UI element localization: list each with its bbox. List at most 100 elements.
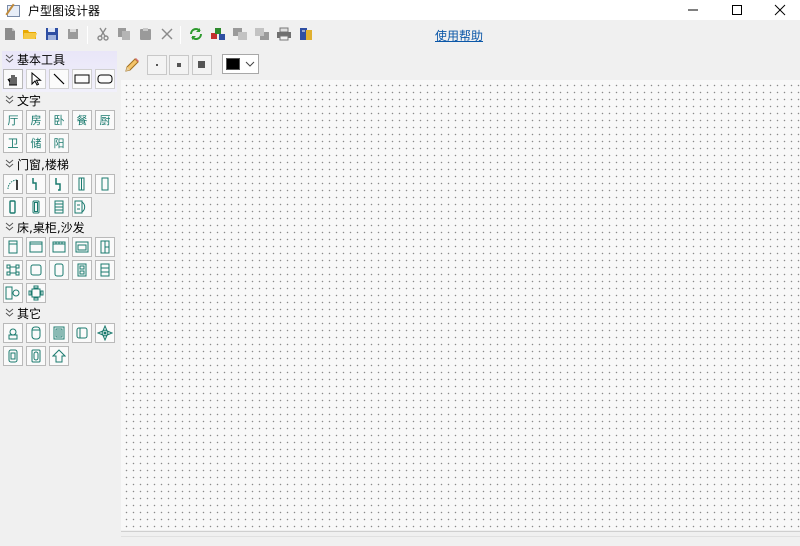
export-icon [300, 28, 312, 40]
window-tool[interactable] [72, 174, 92, 194]
door-left-tool[interactable] [26, 174, 46, 194]
chevron-down-icon [5, 159, 14, 168]
cabinet-tool[interactable] [26, 237, 46, 257]
shower-tool[interactable] [49, 323, 69, 343]
save-icon [46, 28, 58, 40]
window-wide-icon [101, 177, 109, 191]
fridge-tool[interactable] [26, 346, 46, 366]
fridge-icon [31, 349, 41, 363]
text-tool-kitchen[interactable]: 厨 [95, 110, 115, 130]
toilet-tool[interactable] [3, 323, 23, 343]
pencil-button[interactable] [122, 55, 142, 75]
save-button[interactable] [43, 25, 61, 43]
text-tool-room[interactable]: 房 [26, 110, 46, 130]
maximize-button[interactable] [717, 0, 757, 20]
help-link[interactable]: 使用帮助 [435, 29, 483, 43]
sofa-tool[interactable] [72, 237, 92, 257]
chevron-down-icon [5, 95, 14, 104]
bathtub-icon [31, 326, 41, 340]
chair-tool[interactable] [49, 260, 69, 280]
status-divider [121, 536, 800, 537]
hand-tool[interactable] [3, 69, 23, 89]
rectangle-tool[interactable] [72, 69, 92, 89]
line-tool[interactable] [49, 69, 69, 89]
close-button[interactable] [760, 0, 800, 20]
sofa-icon [75, 241, 89, 253]
minimize-button[interactable] [673, 0, 713, 20]
group-header[interactable]: 其它 [2, 305, 117, 321]
text-tool-bathroom[interactable]: 卫 [3, 133, 23, 153]
group-header[interactable]: 床,桌柜,沙发 [2, 219, 117, 235]
rounded-rectangle-tool[interactable] [95, 69, 115, 89]
bring-front-button[interactable] [231, 25, 249, 43]
line-width-large-button[interactable] [192, 55, 212, 75]
chevron-down-icon [245, 61, 255, 67]
door-right-tool[interactable] [49, 174, 69, 194]
color-picker[interactable] [222, 54, 259, 74]
table-tool[interactable] [26, 260, 46, 280]
house-tool[interactable] [49, 346, 69, 366]
shelf-tool[interactable] [95, 237, 115, 257]
shower-icon [53, 326, 65, 340]
group-header[interactable]: 基本工具 [2, 51, 117, 67]
text-tool-dining[interactable]: 餐 [72, 110, 92, 130]
window-wide-tool[interactable] [95, 174, 115, 194]
group-beds-tables-sofas: 床,桌柜,沙发 [2, 219, 117, 305]
stairs-tool[interactable] [49, 197, 69, 217]
status-bar [121, 531, 800, 546]
copy-button[interactable] [115, 25, 133, 43]
washer-tool[interactable] [3, 346, 23, 366]
print-icon [277, 27, 291, 41]
window-narrow-tool[interactable] [3, 197, 23, 217]
paste-button[interactable] [137, 25, 155, 43]
open-button[interactable] [21, 25, 39, 43]
send-back-icon [255, 28, 269, 40]
dining-set-tool[interactable] [3, 260, 23, 280]
refresh-icon [190, 28, 202, 40]
wardrobe-icon [52, 241, 66, 253]
rectangle-icon [74, 74, 90, 84]
sink-tool[interactable] [72, 323, 92, 343]
chevron-down-icon [5, 308, 14, 317]
wardrobe-tool[interactable] [49, 237, 69, 257]
group-header[interactable]: 门窗,楼梯 [2, 156, 117, 172]
compass-tool[interactable] [95, 323, 115, 343]
door-frame-tool[interactable] [72, 197, 92, 217]
print-button[interactable] [275, 25, 293, 43]
bookcase-tool[interactable] [95, 260, 115, 280]
export-button[interactable] [297, 25, 315, 43]
group-doors-windows-stairs: 门窗,楼梯 [2, 156, 117, 219]
round-table-tool[interactable] [26, 283, 46, 303]
refresh-button[interactable] [187, 25, 205, 43]
line-width-small-button[interactable] [147, 55, 167, 75]
cut-button[interactable] [94, 25, 112, 43]
bed-icon [8, 240, 18, 254]
toolbar-separator [180, 26, 181, 44]
delete-button[interactable] [158, 25, 176, 43]
pointer-tool[interactable] [26, 69, 46, 89]
text-tool-storage[interactable]: 储 [26, 133, 46, 153]
group-header[interactable]: 文字 [2, 92, 117, 108]
bathtub-tool[interactable] [26, 323, 46, 343]
text-tool-hall[interactable]: 厅 [3, 110, 23, 130]
round-table-icon [28, 285, 44, 301]
new-button[interactable] [1, 25, 19, 43]
layers-button[interactable] [209, 25, 227, 43]
save-as-icon [68, 29, 78, 39]
arc-door-tool[interactable] [3, 174, 23, 194]
send-back-button[interactable] [253, 25, 271, 43]
group-text: 文字 厅 房 卧 餐 厨 卫 储 阳 [2, 92, 117, 156]
save-as-button[interactable] [64, 25, 82, 43]
text-tool-balcony[interactable]: 阳 [49, 133, 69, 153]
drawing-canvas[interactable] [121, 80, 800, 530]
desk-chair-tool[interactable] [3, 283, 23, 303]
double-bed-tool[interactable] [72, 260, 92, 280]
arc-door-icon [7, 179, 18, 190]
bed-tool[interactable] [3, 237, 23, 257]
line-width-medium-button[interactable] [169, 55, 189, 75]
cabinet-icon [29, 241, 43, 253]
window-double-tool[interactable] [26, 197, 46, 217]
toilet-icon [8, 328, 18, 340]
text-tool-bedroom[interactable]: 卧 [49, 110, 69, 130]
bookcase-icon [100, 263, 110, 277]
